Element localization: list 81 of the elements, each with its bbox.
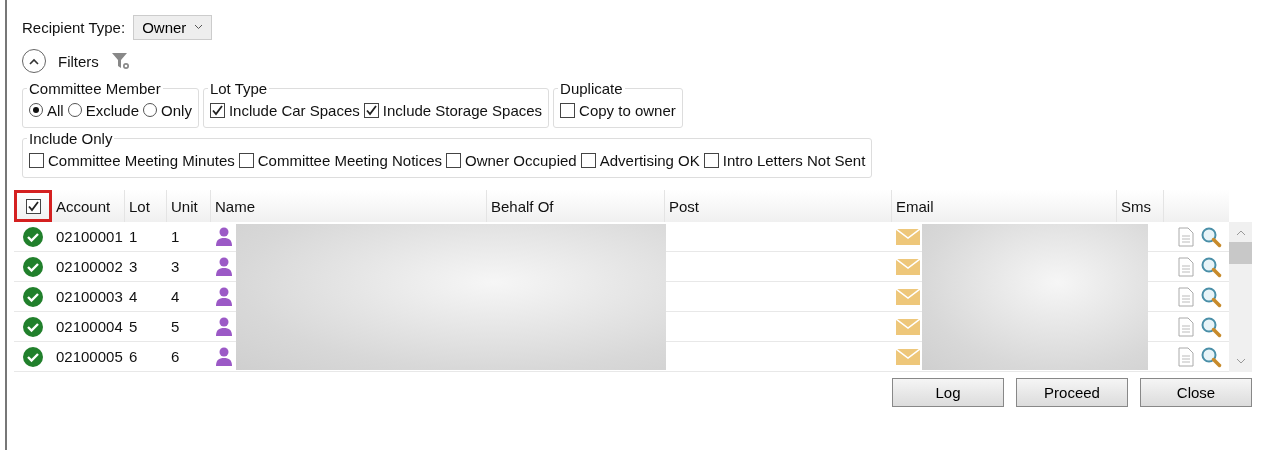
search-icon[interactable] (1200, 255, 1222, 278)
check-circle-icon[interactable] (22, 255, 44, 278)
envelope-icon[interactable] (896, 288, 920, 305)
document-icon[interactable] (1178, 226, 1194, 247)
person-icon (215, 286, 233, 307)
account-cell-text: 02100004 (55, 317, 124, 337)
document-icon[interactable] (1178, 346, 1194, 367)
filters-label: Filters (58, 52, 99, 70)
radio-option[interactable]: Exclude (67, 101, 140, 119)
lot-cell-text: 5 (128, 317, 139, 337)
person-icon (215, 346, 233, 367)
search-icon[interactable] (1200, 225, 1222, 248)
caret-icon (194, 24, 204, 30)
radio-option[interactable]: Only (143, 101, 192, 119)
column-header[interactable]: Account (52, 190, 125, 222)
check-circle-icon[interactable] (22, 225, 44, 248)
unit-cell-text: 4 (170, 287, 181, 307)
lot-cell-text: 6 (128, 347, 139, 367)
envelope-icon[interactable] (896, 348, 920, 365)
action-button[interactable]: Proceed (1016, 378, 1128, 407)
column-header[interactable]: Unit (167, 190, 211, 222)
envelope-icon[interactable] (896, 258, 920, 275)
person-icon (215, 256, 233, 277)
account-cell-text: 02100001 (55, 227, 124, 247)
column-header[interactable]: Sms (1117, 190, 1164, 222)
checkbox-option[interactable]: Include Car Spaces (209, 101, 360, 119)
column-header[interactable]: Lot (125, 190, 167, 222)
search-icon[interactable] (1200, 285, 1222, 308)
select-all-checkbox[interactable] (25, 198, 41, 214)
envelope-icon[interactable] (896, 318, 920, 335)
lot-cell-text: 3 (128, 257, 139, 277)
radio-option[interactable]: All (29, 101, 64, 119)
collapse-button[interactable] (22, 49, 46, 73)
check-circle-icon[interactable] (22, 345, 44, 368)
document-icon[interactable] (1178, 316, 1194, 337)
action-button[interactable]: Close (1140, 378, 1252, 407)
group-title: Include Only (28, 130, 114, 147)
checkbox-option[interactable]: Include Storage Spaces (363, 101, 543, 119)
search-icon[interactable] (1200, 315, 1222, 338)
checkbox-option[interactable]: Intro Letters Not Sent (703, 151, 866, 169)
envelope-icon[interactable] (896, 228, 920, 245)
chevron-icon (29, 57, 39, 65)
check-circle-icon[interactable] (22, 315, 44, 338)
unit-cell-text: 3 (170, 257, 181, 277)
account-cell-text: 02100002 (55, 257, 124, 277)
search-icon[interactable] (1200, 345, 1222, 368)
unit-cell-text: 6 (170, 347, 181, 367)
scroll-up-icon[interactable] (1235, 230, 1246, 236)
checkbox-option[interactable]: Committee Meeting Notices (238, 151, 442, 169)
recipient-type-dropdown[interactable]: Owner (133, 14, 213, 40)
group-title: Committee Member (28, 80, 162, 97)
unit-cell-text: 5 (170, 317, 181, 337)
group-title: Duplicate (559, 80, 624, 97)
column-header[interactable]: Name (211, 190, 487, 222)
lot-cell-text: 1 (128, 227, 139, 247)
account-cell-text: 02100003 (55, 287, 124, 307)
scrollbar[interactable] (1229, 222, 1252, 372)
unit-cell-text: 1 (170, 227, 181, 247)
group-title: Lot Type (208, 80, 269, 97)
checkbox-option[interactable]: Owner Occupied (446, 151, 577, 169)
checkmark-icon (364, 103, 378, 117)
scrollbar-thumb[interactable] (1229, 242, 1252, 264)
person-icon (215, 226, 233, 247)
document-icon[interactable] (1178, 286, 1194, 307)
checkmark-icon (210, 103, 224, 117)
column-header[interactable]: Behalf Of (487, 190, 665, 222)
checkbox-option[interactable]: Copy to owner (560, 101, 676, 119)
check-circle-icon[interactable] (22, 285, 44, 308)
recipient-type-label: Recipient Type: (22, 18, 126, 36)
document-icon[interactable] (1178, 256, 1194, 277)
column-header[interactable]: Post (665, 190, 892, 222)
action-button[interactable]: Log (892, 378, 1004, 407)
person-icon (215, 316, 233, 337)
scroll-down-icon[interactable] (1235, 358, 1246, 364)
account-cell-text: 02100005 (55, 347, 124, 367)
lot-cell-text: 4 (128, 287, 139, 307)
filter-icon (110, 51, 131, 71)
column-header[interactable]: Email (892, 190, 1117, 222)
checkmark-icon (26, 199, 40, 213)
checkbox-option[interactable]: Advertising OK (580, 151, 700, 169)
checkbox-option[interactable]: Committee Meeting Minutes (29, 151, 235, 169)
